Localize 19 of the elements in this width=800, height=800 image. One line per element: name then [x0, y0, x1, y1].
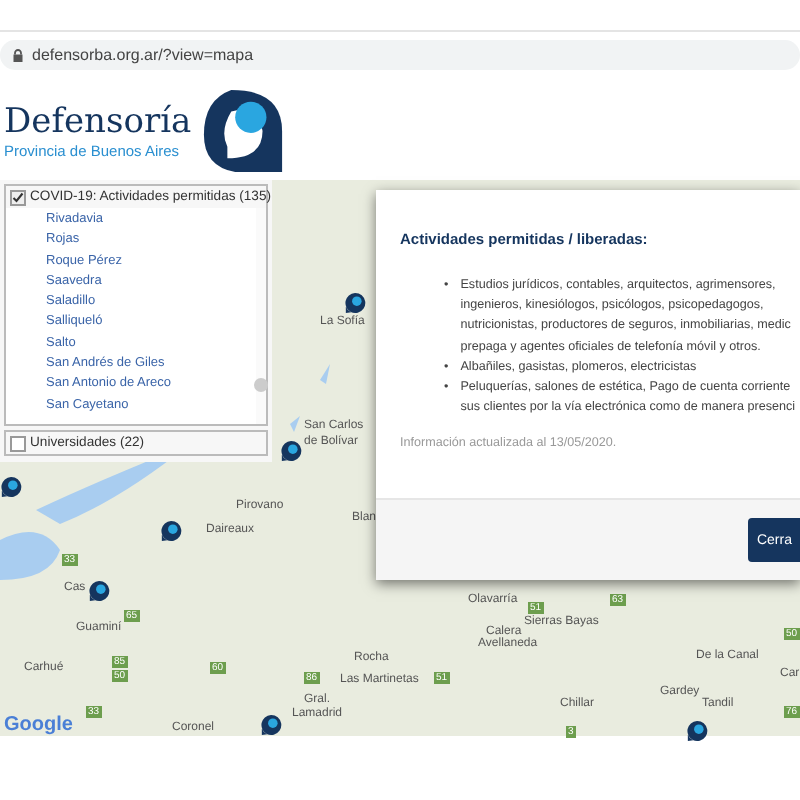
- logo-name: Defensoría: [4, 101, 192, 141]
- address-bar[interactable]: defensorba.org.ar/?view=mapa: [0, 40, 800, 70]
- logo-mark-icon: [199, 87, 286, 173]
- scrollbar-thumb[interactable]: [254, 378, 268, 392]
- google-attribution: Google: [4, 714, 73, 736]
- lock-icon: [12, 47, 24, 63]
- map-pin-icon[interactable]: [0, 476, 22, 498]
- lake-shape: [0, 532, 60, 580]
- map-pin-icon[interactable]: [686, 720, 708, 742]
- checkbox[interactable]: [10, 435, 26, 451]
- map-pin-icon[interactable]: [344, 292, 366, 314]
- checkbox[interactable]: [10, 189, 26, 205]
- map-pin-icon[interactable]: [160, 520, 182, 542]
- lake-shape: [290, 416, 300, 432]
- map-pin-icon[interactable]: [280, 440, 302, 462]
- url-text: defensorba.org.ar/?view=mapa: [32, 46, 254, 64]
- lake-shape: [320, 364, 330, 384]
- map-pin-icon[interactable]: [88, 580, 110, 602]
- map-pin-icon[interactable]: [260, 714, 282, 736]
